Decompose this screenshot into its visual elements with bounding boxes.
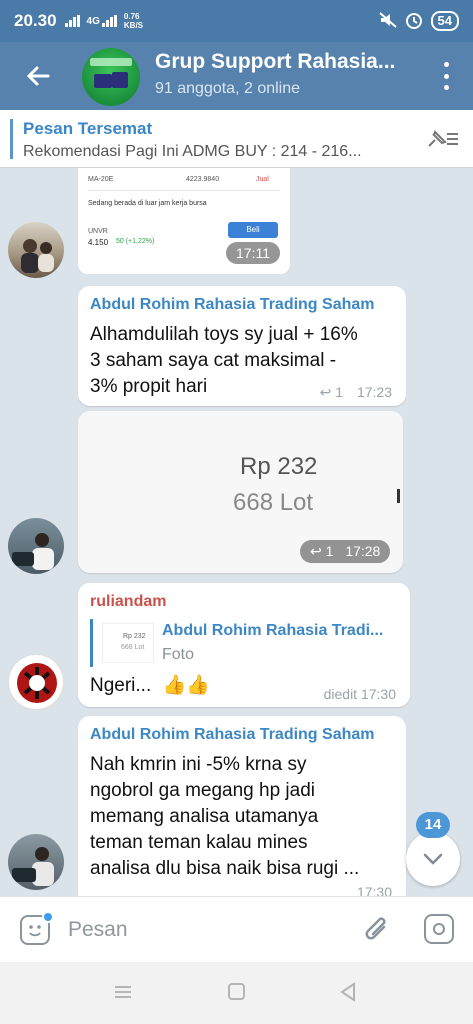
reply-icon[interactable]: ↩	[320, 384, 332, 400]
camera-icon[interactable]	[424, 914, 454, 944]
message-time: 17:11	[226, 242, 280, 264]
network-label: 4G	[86, 15, 100, 27]
message-bubble-2[interactable]: ruliandam Rp 232 668 Lot Abdul Rohim Rah…	[78, 583, 410, 707]
message-bubble-1[interactable]: Abdul Rohim Rahasia Trading Saham Alhamd…	[78, 286, 406, 406]
signal-icon-2	[101, 15, 118, 27]
avatar-ruliandam[interactable]	[8, 654, 64, 710]
network-speed: 0.76 KB/S	[123, 12, 144, 30]
message-time: 17:23	[356, 384, 392, 400]
message-sender[interactable]: Abdul Rohim Rahasia Trading Saham	[90, 726, 375, 744]
quote-sender: Abdul Rohim Rahasia Tradi...	[162, 622, 384, 639]
attach-icon[interactable]	[362, 913, 392, 947]
pin-list-icon[interactable]	[425, 128, 459, 152]
group-avatar[interactable]	[82, 48, 140, 106]
message-text-line: Nah kmrin ini -5% krna sy	[90, 754, 307, 775]
group-title[interactable]: Grup Support Rahasia...	[155, 50, 410, 74]
message-text-line: ngobrol ga megang hp jadi	[90, 780, 316, 801]
pinned-bar	[10, 119, 13, 159]
alarm-icon	[405, 11, 423, 32]
pinned-title: Pesan Tersemat	[23, 119, 153, 138]
message-sender[interactable]: Abdul Rohim Rahasia Trading Saham	[90, 296, 375, 314]
beli-button: Beli	[228, 222, 278, 238]
back-arrow-icon[interactable]	[20, 58, 56, 94]
status-bar: 20.30 4G 0.76 KB/S 54	[0, 0, 473, 42]
message-text-line: Alhamdulilah toys sy jual + 16%	[90, 324, 358, 345]
message-meta: ↩ 1 17:23	[320, 384, 392, 401]
quoted-message[interactable]: Rp 232 668 Lot Abdul Rohim Rahasia Tradi…	[90, 619, 400, 669]
market-closed-notice: Sedang berada di luar jam kerja bursa	[88, 200, 207, 207]
status-time: 20.30	[14, 11, 57, 30]
message-text: Ngeri... 👍👍	[90, 675, 210, 696]
avatar-user-3[interactable]	[8, 834, 64, 890]
message-time: 17:28	[345, 543, 381, 559]
signal-icon	[64, 15, 81, 27]
group-subtitle: 91 anggota, 2 online	[155, 80, 301, 97]
nav-back-icon[interactable]	[338, 982, 358, 1008]
message-text-line: analisa dlu bisa naik bisa rugi ...	[90, 858, 360, 879]
message-sender[interactable]: ruliandam	[90, 593, 166, 611]
message-input[interactable]: Pesan	[68, 918, 128, 942]
reply-icon[interactable]: ↩	[310, 543, 322, 559]
unread-count-badge[interactable]: 14	[416, 812, 450, 838]
chat-area[interactable]: MA-20E 4223.9840 Jual Sedang berada di l…	[0, 168, 473, 896]
sticker-icon[interactable]	[20, 911, 54, 945]
avatar-user-1[interactable]	[8, 222, 64, 278]
nav-home-icon[interactable]	[227, 982, 247, 1008]
photo-cursor	[397, 489, 400, 503]
message-time: diedit 17:30	[323, 686, 396, 702]
thumbs-up-emoji: 👍👍	[162, 675, 210, 696]
photo-message[interactable]: Rp 232 668 Lot ↩ 1 17:28	[78, 411, 403, 573]
message-text-line: teman teman kalau mines	[90, 832, 308, 853]
pinned-message[interactable]: Pesan Tersemat Rekomendasi Pagi Ini ADMG…	[0, 110, 473, 168]
pinned-text: Rekomendasi Pagi Ini ADMG BUY : 214 - 21…	[23, 143, 362, 160]
chat-header: Grup Support Rahasia... 91 anggota, 2 on…	[0, 42, 473, 110]
message-time: 17:30	[356, 884, 392, 896]
reply-count[interactable]: 1	[335, 384, 343, 400]
more-vert-icon[interactable]	[441, 62, 451, 90]
quote-thumbnail: Rp 232 668 Lot	[102, 623, 154, 663]
message-input-bar: Pesan	[0, 896, 473, 962]
avatar-user-2[interactable]	[8, 518, 64, 574]
message-text-line: 3 saham saya cat maksimal -	[90, 350, 337, 371]
screenshot-photo[interactable]: MA-20E 4223.9840 Jual Sedang berada di l…	[78, 168, 290, 274]
android-nav-bar	[0, 962, 473, 1024]
message-bubble-3[interactable]: Abdul Rohim Rahasia Trading Saham Nah km…	[78, 716, 406, 896]
reply-count[interactable]: 1	[326, 543, 334, 559]
quote-bar	[90, 619, 93, 667]
scroll-down-button[interactable]	[406, 832, 460, 886]
message-text-line: memang analisa utamanya	[90, 806, 319, 827]
photo-lot: 668 Lot	[233, 489, 314, 516]
nav-menu-icon[interactable]	[113, 982, 133, 1008]
photo-meta: ↩ 1 17:28	[300, 540, 391, 563]
message-text-line: 3% propit hari	[90, 376, 208, 397]
mute-icon	[378, 11, 397, 31]
battery-indicator: 54	[430, 11, 459, 31]
quote-text: Foto	[162, 646, 195, 663]
photo-price: Rp 232	[240, 453, 318, 480]
